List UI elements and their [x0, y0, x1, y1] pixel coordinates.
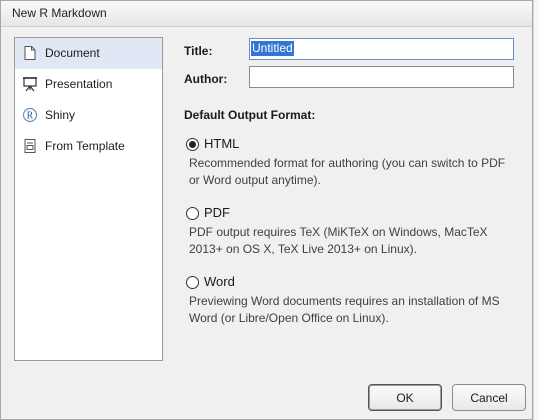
word-description-line-1: Previewing Word documents requires an in… [189, 294, 500, 308]
html-radio-label[interactable]: HTML [204, 136, 239, 151]
template-icon [22, 138, 38, 154]
word-radio-label[interactable]: Word [204, 274, 235, 289]
html-description: Recommended format for authoring (you ca… [189, 155, 519, 189]
title-label: Title: [184, 44, 213, 58]
presentation-icon [22, 76, 38, 92]
sidebar-item-label: From Template [45, 139, 125, 153]
author-label: Author: [184, 72, 228, 86]
author-input[interactable] [249, 66, 514, 88]
new-r-markdown-dialog: New R Markdown Document Presentation R S… [0, 0, 533, 420]
shiny-r-icon: R [22, 107, 38, 123]
pdf-description: PDF output requires TeX (MiKTeX on Windo… [189, 224, 519, 258]
sidebar-item-document[interactable]: Document [15, 38, 162, 69]
cancel-button[interactable]: Cancel [452, 384, 526, 411]
dialog-title: New R Markdown [12, 6, 107, 20]
html-description-line-1: Recommended format for authoring (you ca… [189, 156, 506, 170]
title-value-selected: Untitled [251, 41, 294, 56]
html-description-line-2: or Word output anytime). [189, 173, 321, 187]
word-description: Previewing Word documents requires an in… [189, 293, 519, 327]
word-radio[interactable] [186, 276, 199, 289]
pdf-radio[interactable] [186, 207, 199, 220]
pdf-description-line-2: 2013+ on OS X, TeX Live 2013+ on Linux). [189, 242, 417, 256]
sidebar-item-presentation[interactable]: Presentation [15, 69, 162, 100]
html-radio[interactable] [186, 138, 199, 151]
sidebar-item-label: Shiny [45, 108, 76, 122]
background-window-edge [533, 0, 539, 420]
word-description-line-2: Word (or Libre/Open Office on Linux). [189, 311, 389, 325]
pdf-description-line-1: PDF output requires TeX (MiKTeX on Windo… [189, 225, 488, 239]
template-type-list: Document Presentation R Shiny From Templ… [14, 37, 163, 361]
sidebar-item-label: Presentation [45, 77, 113, 91]
document-icon [22, 45, 38, 61]
dialog-titlebar[interactable]: New R Markdown [1, 1, 532, 27]
sidebar-item-label: Document [45, 46, 100, 60]
sidebar-item-from-template[interactable]: From Template [15, 131, 162, 162]
default-output-format-heading: Default Output Format: [184, 108, 316, 122]
radio-selected-dot [189, 141, 196, 148]
sidebar-item-shiny[interactable]: R Shiny [15, 100, 162, 131]
pdf-radio-label[interactable]: PDF [204, 205, 230, 220]
ok-button[interactable]: OK [368, 384, 442, 411]
svg-text:R: R [27, 111, 34, 122]
